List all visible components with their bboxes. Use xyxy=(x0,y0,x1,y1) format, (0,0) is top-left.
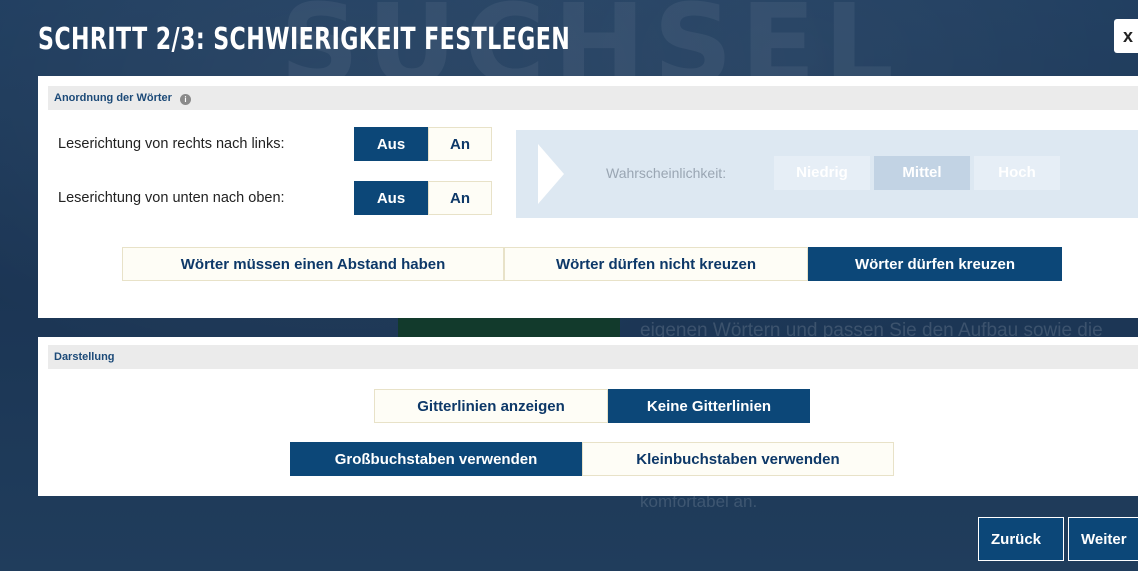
rtl-off-button[interactable]: Aus xyxy=(354,127,428,161)
uppercase-button[interactable]: Großbuchstaben verwenden xyxy=(290,442,582,476)
btt-off-button[interactable]: Aus xyxy=(354,181,428,215)
crossing-allowed-button[interactable]: Wörter dürfen kreuzen xyxy=(808,247,1062,281)
dialog-header: SCHRITT 2/3: SCHWIERIGKEIT FESTLEGEN x xyxy=(0,0,1138,76)
btt-label: Leserichtung von unten nach oben: xyxy=(58,190,285,206)
rtl-on-button[interactable]: An xyxy=(428,127,492,161)
display-heading: Darstellung xyxy=(48,345,1138,369)
probability-high-button[interactable]: Hoch xyxy=(974,156,1060,190)
rtl-label: Leserichtung von rechts nach links: xyxy=(58,136,285,152)
btt-on-button[interactable]: An xyxy=(428,181,492,215)
probability-box: Wahrscheinlichkeit: Niedrig Mittel Hoch xyxy=(516,130,1138,218)
probability-medium-button[interactable]: Mittel xyxy=(874,156,970,190)
dialog-title: SCHRITT 2/3: SCHWIERIGKEIT FESTLEGEN xyxy=(38,22,571,57)
lowercase-button[interactable]: Kleinbuchstaben verwenden xyxy=(582,442,894,476)
display-heading-label: Darstellung xyxy=(54,351,115,363)
arrangement-panel: Anordnung der Wörter i Leserichtung von … xyxy=(38,76,1138,318)
grid-show-button[interactable]: Gitterlinien anzeigen xyxy=(374,389,608,423)
background-strip xyxy=(398,316,620,338)
close-button[interactable]: x xyxy=(1114,19,1138,53)
probability-low-button[interactable]: Niedrig xyxy=(774,156,870,190)
arrow-right-icon xyxy=(538,144,564,204)
info-icon[interactable]: i xyxy=(180,94,191,105)
next-button[interactable]: Weiter xyxy=(1068,517,1138,561)
arrangement-heading: Anordnung der Wörter i xyxy=(48,86,1138,110)
display-panel: Darstellung Gitterlinien anzeigen Keine … xyxy=(38,337,1138,496)
back-button[interactable]: Zurück xyxy=(978,517,1064,561)
arrangement-heading-label: Anordnung der Wörter xyxy=(54,92,172,104)
crossing-spacing-button[interactable]: Wörter müssen einen Abstand haben xyxy=(122,247,504,281)
grid-hide-button[interactable]: Keine Gitterlinien xyxy=(608,389,810,423)
probability-label: Wahrscheinlichkeit: xyxy=(606,165,727,181)
crossing-forbidden-button[interactable]: Wörter dürfen nicht kreuzen xyxy=(504,247,808,281)
